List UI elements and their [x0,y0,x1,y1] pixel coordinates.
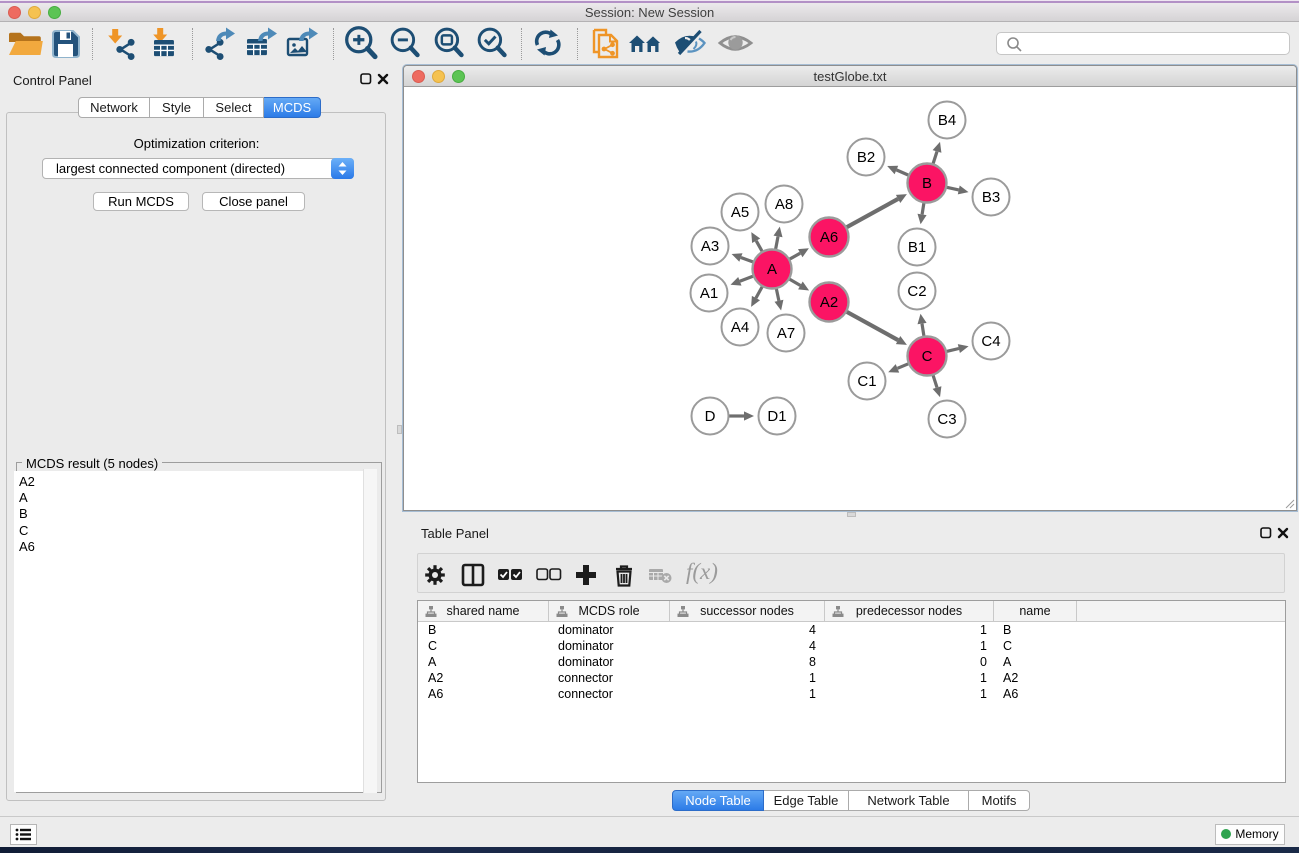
svg-text:A3: A3 [701,238,719,255]
svg-text:C1: C1 [857,373,876,390]
svg-text:A: A [767,261,777,278]
svg-text:A2: A2 [820,294,838,311]
svg-text:B1: B1 [908,239,926,256]
svg-text:B: B [922,175,932,192]
svg-text:B4: B4 [938,112,956,129]
svg-text:A4: A4 [731,319,749,336]
svg-text:A8: A8 [775,196,793,213]
svg-text:C3: C3 [937,411,956,428]
svg-text:C2: C2 [907,283,926,300]
svg-text:B3: B3 [982,189,1000,206]
svg-text:A5: A5 [731,204,749,221]
svg-text:B2: B2 [857,149,875,166]
svg-text:D: D [705,408,716,425]
svg-text:A1: A1 [700,285,718,302]
svg-text:C: C [922,348,933,365]
svg-text:A7: A7 [777,325,795,342]
svg-text:A6: A6 [820,229,838,246]
svg-text:D1: D1 [767,408,786,425]
svg-text:C4: C4 [981,333,1000,350]
